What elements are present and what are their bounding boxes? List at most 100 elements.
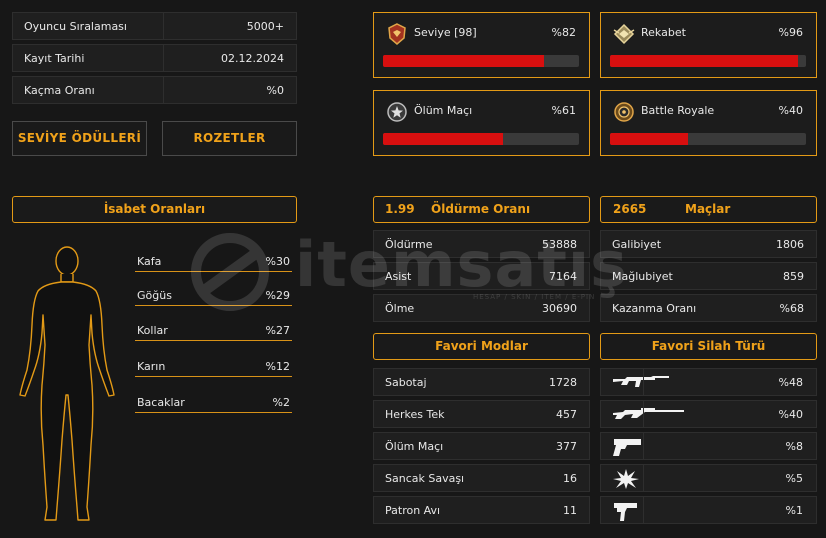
weapon-row: %8 — [600, 432, 817, 460]
info-row-escape-rate: Kaçma Oranı %0 — [12, 76, 297, 104]
mode-row: Sabotaj 1728 — [373, 368, 590, 396]
accuracy-row-stomach: Karın %12 — [135, 357, 292, 377]
accuracy-label: Kollar — [137, 324, 168, 337]
explosive-icon — [613, 469, 639, 489]
weapon-value: %1 — [785, 504, 803, 517]
accuracy-value: %30 — [265, 255, 290, 268]
accuracy-row-head: Kafa %30 — [135, 252, 292, 272]
stat-value: 859 — [783, 270, 804, 283]
matches-title: Maçlar — [685, 202, 731, 216]
level-emblem-icon — [388, 23, 406, 45]
weapon-row: %1 — [600, 496, 817, 524]
info-label: Kaçma Oranı — [24, 84, 95, 97]
rank-card-deathmatch: Ölüm Maçı %61 — [373, 90, 590, 156]
kd-title: Öldürme Oranı — [431, 202, 531, 216]
weapon-value: %40 — [778, 408, 803, 421]
accuracy-label: Karın — [137, 360, 166, 373]
matches-row-losses: Mağlubiyet 859 — [600, 262, 817, 290]
accuracy-value: %12 — [265, 360, 290, 373]
deathmatch-emblem-icon — [387, 102, 407, 122]
sniper-rifle-icon — [613, 408, 684, 419]
smg-icon — [614, 503, 637, 521]
kd-row-kills: Öldürme 53888 — [373, 230, 590, 258]
rank-percent: %96 — [778, 26, 803, 39]
mode-row: Sancak Savaşı 16 — [373, 464, 590, 492]
mode-value: 457 — [556, 408, 577, 421]
stat-value: 1806 — [776, 238, 804, 251]
rank-card-battle-royale: Battle Royale %40 — [600, 90, 817, 156]
level-rewards-button[interactable]: SEVİYE ÖDÜLLERİ — [12, 121, 147, 156]
accuracy-title: İsabet Oranları — [103, 202, 206, 216]
progress-fill — [610, 55, 799, 67]
fav-modes-title: Favori Modlar — [435, 339, 528, 353]
stat-value: 7164 — [549, 270, 577, 283]
weapon-value: %5 — [785, 472, 803, 485]
accuracy-row-chest: Göğüs %29 — [135, 286, 292, 306]
accuracy-value: %2 — [272, 396, 290, 409]
mode-value: 1728 — [549, 376, 577, 389]
info-value: 02.12.2024 — [221, 52, 284, 65]
accuracy-label: Kafa — [137, 255, 162, 268]
rank-name: Rekabet — [641, 26, 686, 39]
progress-bar — [610, 133, 806, 145]
accuracy-row-arms: Kollar %27 — [135, 321, 292, 341]
info-value: %0 — [266, 84, 284, 97]
stat-label: Kazanma Oranı — [612, 302, 697, 315]
progress-bar — [383, 55, 579, 67]
info-row-register-date: Kayıt Tarihi 02.12.2024 — [12, 44, 297, 72]
matches-row-wins: Galibiyet 1806 — [600, 230, 817, 258]
mode-label: Sancak Savaşı — [385, 472, 465, 485]
accuracy-header: İsabet Oranları — [12, 196, 297, 223]
fav-modes-header: Favori Modlar — [373, 333, 590, 360]
body-silhouette-icon — [19, 246, 115, 521]
mode-label: Ölüm Maçı — [385, 440, 444, 453]
stat-label: Galibiyet — [612, 238, 662, 251]
rank-card-competitive: Rekabet %96 — [600, 12, 817, 78]
pistol-icon — [613, 439, 641, 456]
battle-royale-emblem-icon — [614, 102, 634, 122]
weapon-row: %5 — [600, 464, 817, 492]
progress-bar — [383, 133, 579, 145]
badges-button[interactable]: ROZETLER — [162, 121, 297, 156]
kd-row-assists: Asist 7164 — [373, 262, 590, 290]
fav-weapons-header: Favori Silah Türü — [600, 333, 817, 360]
accuracy-label: Göğüs — [137, 289, 172, 302]
stat-label: Ölme — [385, 302, 415, 315]
stat-value: %68 — [779, 302, 804, 315]
divider — [643, 401, 644, 427]
kd-row-deaths: Ölme 30690 — [373, 294, 590, 322]
progress-fill — [383, 133, 503, 145]
progress-bar — [610, 55, 806, 67]
stat-label: Öldürme — [385, 238, 433, 251]
rank-name: Ölüm Maçı — [414, 104, 473, 117]
divider — [643, 433, 644, 459]
accuracy-label: Bacaklar — [137, 396, 185, 409]
fav-weapons-title: Favori Silah Türü — [651, 339, 766, 353]
divider — [163, 13, 164, 39]
rank-percent: %40 — [778, 104, 803, 117]
stat-label: Asist — [385, 270, 412, 283]
divider — [643, 465, 644, 491]
progress-fill — [610, 133, 689, 145]
stat-value: 53888 — [542, 238, 577, 251]
rank-card-level: Seviye [98] %82 — [373, 12, 590, 78]
rank-name: Seviye [98] — [414, 26, 477, 39]
mode-value: 16 — [563, 472, 577, 485]
info-value: 5000+ — [246, 20, 284, 33]
mode-label: Sabotaj — [385, 376, 427, 389]
matches-row-winrate: Kazanma Oranı %68 — [600, 294, 817, 322]
mode-row: Patron Avı 11 — [373, 496, 590, 524]
mode-value: 11 — [563, 504, 577, 517]
mode-label: Herkes Tek — [385, 408, 445, 421]
mode-row: Herkes Tek 457 — [373, 400, 590, 428]
weapon-row: %48 — [600, 368, 817, 396]
rank-percent: %82 — [551, 26, 576, 39]
kd-header: 1.99 Öldürme Oranı — [373, 196, 590, 223]
info-row-rank: Oyuncu Sıralaması 5000+ — [12, 12, 297, 40]
info-label: Kayıt Tarihi — [24, 52, 85, 65]
info-label: Oyuncu Sıralaması — [24, 20, 127, 33]
stat-value: 30690 — [542, 302, 577, 315]
matches-value: 2665 — [613, 202, 647, 216]
weapon-value: %48 — [778, 376, 803, 389]
rank-name: Battle Royale — [641, 104, 715, 117]
